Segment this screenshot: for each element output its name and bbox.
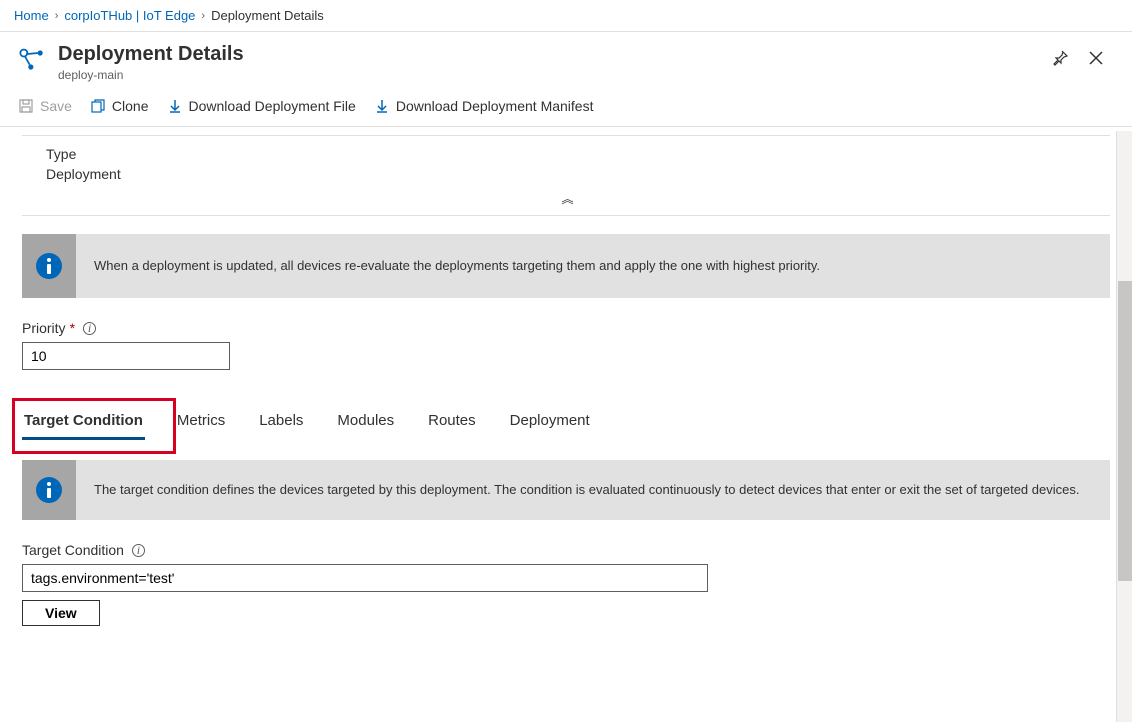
priority-input[interactable] [22, 342, 230, 370]
priority-field: Priority * i [22, 320, 1110, 370]
required-mark: * [70, 320, 75, 336]
info-icon [35, 252, 63, 280]
type-row: Type Deployment [22, 138, 1110, 186]
page-title: Deployment Details [58, 42, 1048, 66]
type-label: Type [46, 146, 1110, 162]
tab-routes[interactable]: Routes [426, 408, 478, 440]
breadcrumb-home[interactable]: Home [14, 8, 49, 23]
chevron-right-icon: › [201, 10, 205, 22]
type-value: Deployment [46, 166, 1110, 182]
download-icon [167, 98, 183, 114]
clone-icon [90, 98, 106, 114]
collapse-toggle[interactable]: ︽ [22, 186, 1110, 216]
close-icon [1088, 50, 1104, 66]
clone-button[interactable]: Clone [90, 96, 149, 116]
command-bar: Save Clone Download Deployment File Down… [0, 88, 1132, 127]
save-icon [18, 98, 34, 114]
breadcrumb: Home › corpIoTHub | IoT Edge › Deploymen… [0, 0, 1132, 32]
download-manifest-label: Download Deployment Manifest [396, 98, 594, 114]
tab-metrics[interactable]: Metrics [175, 408, 227, 440]
download-manifest-button[interactable]: Download Deployment Manifest [374, 96, 594, 116]
info-icon[interactable]: i [132, 544, 145, 557]
tab-deployment[interactable]: Deployment [508, 408, 592, 440]
chevron-right-icon: › [55, 10, 59, 22]
info-target-condition: The target condition defines the devices… [22, 460, 1110, 520]
save-label: Save [40, 98, 72, 114]
breadcrumb-hub[interactable]: corpIoTHub | IoT Edge [64, 8, 195, 23]
target-condition-input[interactable] [22, 564, 708, 592]
tabs: Target Condition Metrics Labels Modules … [22, 408, 1110, 440]
page-header: Deployment Details deploy-main [0, 32, 1132, 88]
priority-label: Priority [22, 320, 66, 336]
info-target-condition-text: The target condition defines the devices… [76, 470, 1110, 510]
page-subtitle: deploy-main [58, 68, 1048, 82]
deployment-icon [18, 46, 46, 74]
close-button[interactable] [1084, 46, 1108, 75]
target-condition-field: Target Condition i View [22, 542, 1110, 626]
view-button[interactable]: View [22, 600, 100, 626]
target-condition-label: Target Condition [22, 542, 124, 558]
download-icon [374, 98, 390, 114]
info-icon[interactable]: i [83, 322, 96, 335]
content-area: Type Deployment ︽ When a deployment is u… [0, 127, 1132, 717]
download-file-button[interactable]: Download Deployment File [167, 96, 356, 116]
tab-labels[interactable]: Labels [257, 408, 305, 440]
save-button[interactable]: Save [18, 96, 72, 116]
scrollbar[interactable] [1116, 131, 1132, 722]
info-priority: When a deployment is updated, all device… [22, 234, 1110, 298]
chevron-up-double-icon: ︽ [561, 192, 570, 206]
partial-divider [22, 127, 1110, 136]
scrollbar-thumb[interactable] [1118, 281, 1132, 581]
breadcrumb-current: Deployment Details [211, 8, 324, 23]
tab-target-condition[interactable]: Target Condition [22, 408, 145, 440]
pin-icon [1052, 50, 1068, 66]
pin-button[interactable] [1048, 46, 1072, 75]
clone-label: Clone [112, 98, 149, 114]
info-icon [35, 476, 63, 504]
download-file-label: Download Deployment File [189, 98, 356, 114]
tab-modules[interactable]: Modules [335, 408, 396, 440]
info-priority-text: When a deployment is updated, all device… [76, 246, 1110, 286]
